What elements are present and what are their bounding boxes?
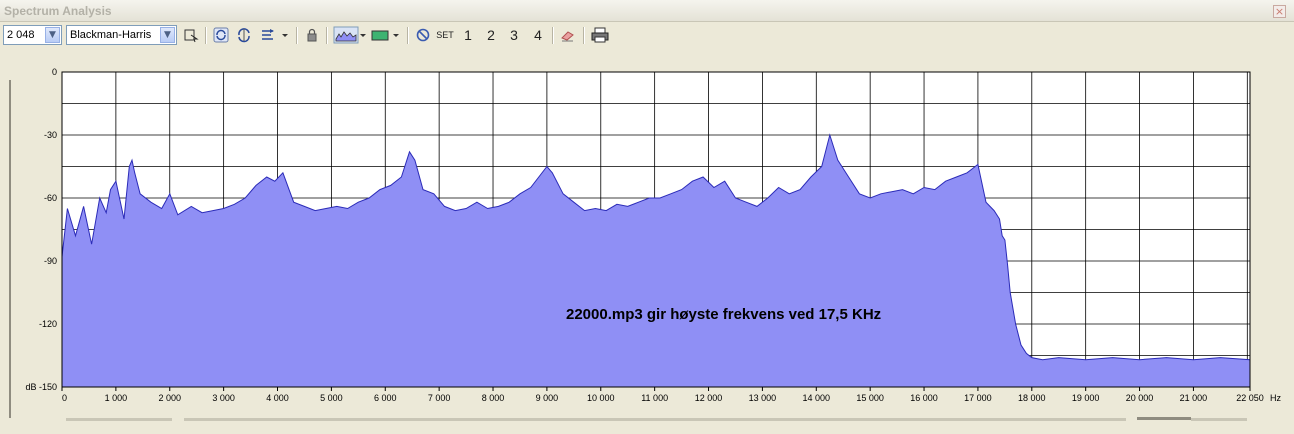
x-tick-label: 12 000	[695, 393, 723, 403]
chart-annotation: 22000.mp3 gir høyste frekvens ved 17,5 K…	[566, 306, 881, 323]
x-axis: 0 1 000 2 000 3 000 4 000 5 000 6 000 7 000 8 00…	[61, 387, 1264, 403]
horizontal-scrollbar-track[interactable]	[184, 418, 1126, 421]
x-tick-label: 22 050	[1236, 393, 1264, 403]
x-tick-label: 2 000	[158, 393, 181, 403]
horizontal-scrollbar-left[interactable]	[66, 418, 172, 421]
x-tick-label: 17 000	[964, 393, 992, 403]
horizontal-scrollbar-right[interactable]	[1191, 418, 1247, 421]
y-tick-label: -30	[44, 130, 57, 140]
x-tick-label: 16 000	[910, 393, 938, 403]
x-tick-label: 4 000	[266, 393, 289, 403]
horizontal-scrollbar-thumb[interactable]	[1137, 417, 1191, 420]
y-tick-label: -120	[39, 319, 57, 329]
x-tick-label: 13 000	[749, 393, 777, 403]
x-tick-label: 7 000	[428, 393, 451, 403]
y-tick-label: dB -150	[25, 382, 57, 392]
x-tick-label: 10 000	[587, 393, 615, 403]
x-tick-label: 8 000	[482, 393, 505, 403]
x-tick-label: 14 000	[803, 393, 831, 403]
x-tick-label: 9 000	[536, 393, 559, 403]
x-tick-label: 11 000	[641, 393, 668, 403]
x-tick-label: 18 000	[1018, 393, 1046, 403]
x-tick-label: 1 000	[105, 393, 128, 403]
x-tick-label: 19 000	[1072, 393, 1100, 403]
x-tick-label: 5 000	[320, 393, 343, 403]
y-tick-label: -60	[44, 193, 57, 203]
x-tick-label: 3 000	[212, 393, 235, 403]
y-tick-label: 0	[52, 67, 57, 77]
x-tick-label: 6 000	[374, 393, 397, 403]
y-tick-label: -90	[44, 256, 57, 266]
x-tick-label: 21 000	[1180, 393, 1208, 403]
spectrum-chart: 0 -30 -60 -90 -120 dB -150 0 1 000 2 000 3 000 4 …	[25, 67, 1281, 403]
x-axis-unit: Hz	[1270, 393, 1281, 403]
y-axis: 0 -30 -60 -90 -120 dB -150	[25, 67, 57, 392]
x-tick-label: 0	[62, 393, 67, 403]
x-tick-label: 20 000	[1126, 393, 1154, 403]
x-tick-label: 15 000	[856, 393, 884, 403]
